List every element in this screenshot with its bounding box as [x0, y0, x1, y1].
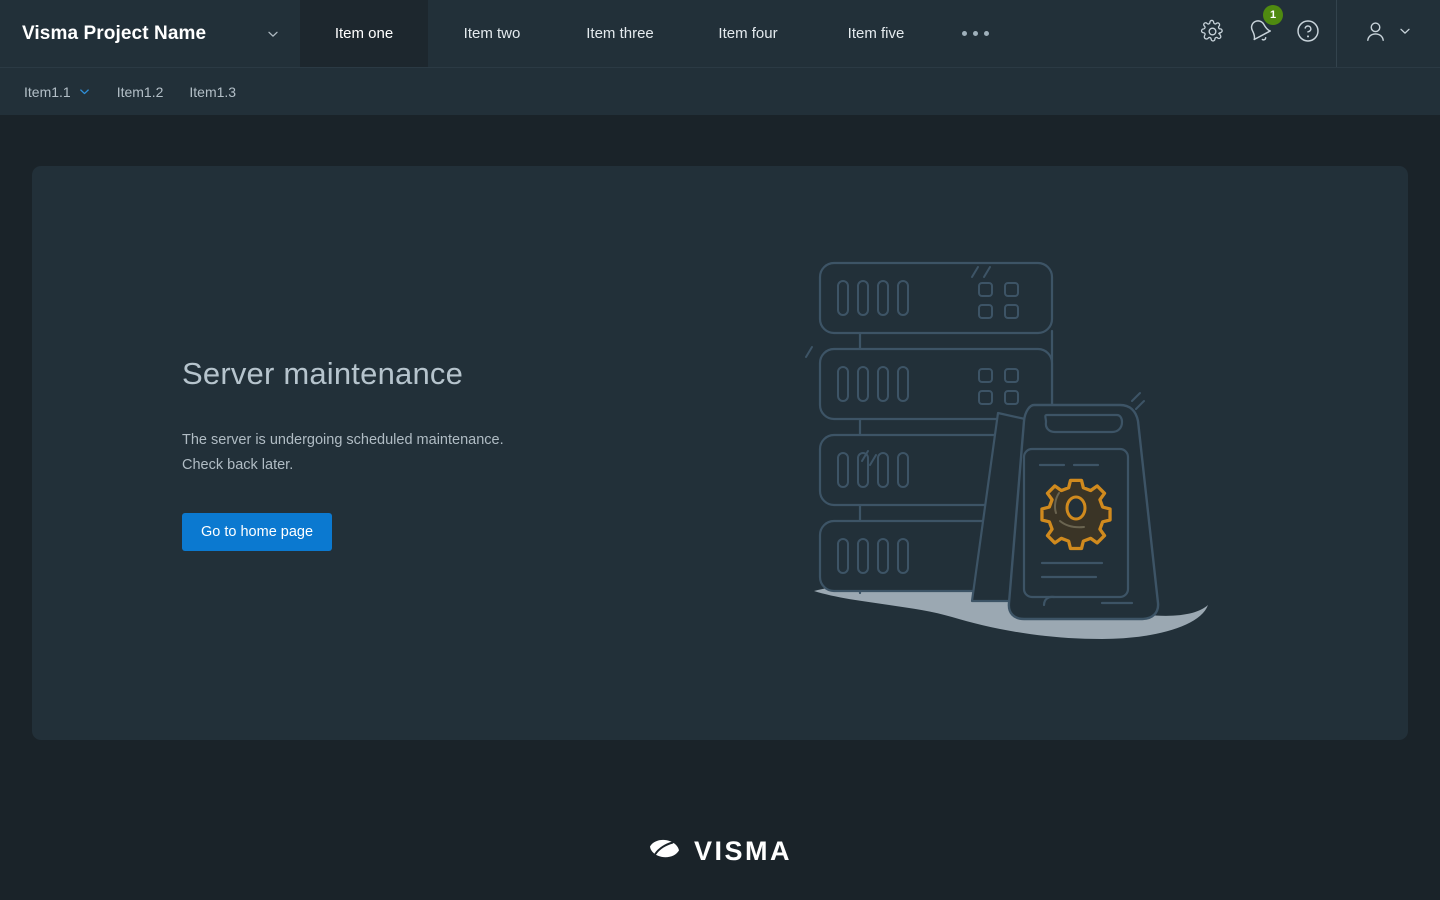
user-account-menu[interactable] [1337, 0, 1434, 67]
ellipsis-dot-icon [973, 31, 978, 36]
settings-button[interactable] [1188, 0, 1236, 67]
chevron-down-icon [78, 85, 91, 98]
page-footer: VISMA [0, 755, 1440, 900]
tab-item-four[interactable]: Item four [684, 0, 812, 67]
subnav-label: Item1.3 [189, 84, 236, 100]
tab-item-five[interactable]: Item five [812, 0, 940, 67]
maintenance-card: Server maintenance The server is undergo… [32, 166, 1408, 740]
primary-tab-list: Item one Item two Item three Item four I… [300, 0, 1188, 67]
tab-overflow-menu-button[interactable] [940, 0, 1011, 67]
brand-selector[interactable]: Visma Project Name [0, 0, 300, 67]
help-circle-icon [1295, 18, 1321, 49]
tab-label: Item one [335, 25, 393, 42]
tab-label: Item four [718, 25, 777, 42]
visma-leaf-icon [648, 837, 681, 866]
subnav-item-1-1[interactable]: Item1.1 [24, 84, 91, 100]
tab-item-two[interactable]: Item two [428, 0, 556, 67]
description-line-1: The server is undergoing scheduled maint… [182, 432, 504, 448]
notification-count-badge: 1 [1263, 5, 1283, 25]
subnav-label: Item1.1 [24, 84, 71, 100]
user-avatar-icon [1363, 19, 1388, 49]
visma-wordmark: VISMA [694, 836, 792, 867]
secondary-nav-bar: Item1.1 Item1.2 Item1.3 [0, 67, 1440, 115]
tab-label: Item two [464, 25, 521, 42]
notifications-button[interactable]: 1 [1236, 0, 1284, 67]
gear-icon [1200, 19, 1225, 49]
server-rack-maintenance-sign-illustration [802, 253, 1222, 653]
tab-item-one[interactable]: Item one [300, 0, 428, 67]
tab-label: Item three [586, 25, 654, 42]
maintenance-description: The server is undergoing scheduled maint… [182, 428, 652, 478]
subnav-item-1-3[interactable]: Item1.3 [189, 84, 236, 100]
top-header-bar: Visma Project Name Item one Item two Ite… [0, 0, 1440, 67]
tab-item-three[interactable]: Item three [556, 0, 684, 67]
illustration-container [652, 253, 1408, 653]
maintenance-copy-block: Server maintenance The server is undergo… [32, 356, 652, 551]
chevron-down-icon [1398, 24, 1412, 43]
ellipsis-dot-icon [962, 31, 967, 36]
tab-label: Item five [848, 25, 905, 42]
subnav-item-1-2[interactable]: Item1.2 [117, 84, 164, 100]
chevron-down-icon [266, 27, 280, 41]
visma-logo: VISMA [648, 836, 792, 867]
subnav-label: Item1.2 [117, 84, 164, 100]
header-action-group: 1 [1188, 0, 1440, 67]
brand-title: Visma Project Name [22, 23, 206, 45]
page-body: Server maintenance The server is undergo… [0, 115, 1440, 900]
page-title: Server maintenance [182, 356, 652, 392]
ellipsis-dot-icon [984, 31, 989, 36]
go-to-home-page-button[interactable]: Go to home page [182, 513, 332, 551]
help-button[interactable] [1284, 0, 1332, 67]
description-line-2: Check back later. [182, 457, 293, 473]
